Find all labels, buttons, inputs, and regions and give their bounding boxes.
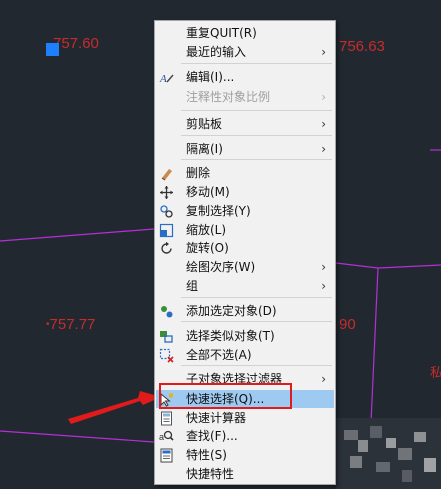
drawing-text: 私 — [430, 365, 441, 380]
menu-item-label: 快速计算器 — [186, 411, 247, 425]
menu-separator — [181, 297, 332, 298]
elevation-label: •757.77 — [46, 316, 96, 333]
select-similar-icon — [159, 329, 174, 344]
menu-separator — [181, 63, 332, 64]
menu-separator — [181, 321, 332, 322]
elevation-label: 90 — [339, 316, 356, 333]
menu-item[interactable]: 全部不选(A) — [156, 346, 334, 364]
boundary-line — [377, 264, 441, 269]
menu-item[interactable]: 删除 — [156, 164, 334, 182]
menu-item-label: 最近的输入 — [186, 45, 247, 59]
menu-item-label: 选择类似对象(T) — [186, 329, 275, 343]
submenu-arrow-icon: › — [321, 279, 326, 293]
elevation-label: 756.63 — [339, 38, 385, 55]
menu-item[interactable]: 移动(M) — [156, 183, 334, 201]
calculator-icon — [159, 411, 174, 426]
menu-item[interactable]: 快速计算器 — [156, 409, 334, 427]
submenu-arrow-icon: › — [321, 372, 326, 386]
menu-separator — [181, 365, 332, 366]
pixelated-region — [336, 418, 441, 489]
boundary-line — [335, 262, 379, 269]
menu-item-label: 添加选定对象(D) — [186, 304, 277, 318]
menu-item[interactable]: 快捷特性 — [156, 465, 334, 483]
submenu-arrow-icon: › — [321, 117, 326, 131]
menu-item-label: 查找(F)... — [186, 429, 238, 443]
submenu-arrow-icon: › — [321, 90, 326, 104]
menu-item[interactable]: 特性(S) — [156, 446, 334, 464]
menu-item-label: 删除 — [186, 166, 211, 180]
menu-separator — [181, 159, 332, 160]
add-selected-icon — [159, 304, 174, 319]
menu-item-label: 注释性对象比例 — [186, 90, 271, 104]
svg-text:A: A — [159, 73, 167, 85]
menu-item[interactable]: 最近的输入 › — [156, 43, 334, 61]
scale-icon — [159, 223, 174, 238]
menu-item-label: 全部不选(A) — [186, 348, 252, 362]
menu-item-label: 编辑(I)... — [186, 70, 235, 84]
menu-item-label: 特性(S) — [186, 448, 227, 462]
submenu-arrow-icon: › — [321, 45, 326, 59]
menu-item[interactable]: 复制选择(Y) — [156, 202, 334, 220]
menu-item: 注释性对象比例 › — [156, 88, 334, 106]
menu-item[interactable]: 缩放(L) — [156, 221, 334, 239]
menu-item[interactable]: 剪贴板 › — [156, 115, 334, 133]
menu-item-label: 快捷特性 — [186, 467, 235, 481]
menu-item-label: 绘图次序(W) — [186, 260, 256, 274]
move-icon — [159, 185, 174, 200]
menu-item[interactable]: 组 › — [156, 277, 334, 295]
menu-separator — [181, 135, 332, 136]
find-icon: a — [159, 429, 174, 444]
menu-item-label: 复制选择(Y) — [186, 204, 251, 218]
selection-grip[interactable] — [46, 43, 59, 56]
menu-item[interactable]: 添加选定对象(D) — [156, 302, 334, 320]
menu-item[interactable]: a 查找(F)... — [156, 427, 334, 445]
menu-item-label: 缩放(L) — [186, 223, 227, 237]
menu-item-label: 组 — [186, 279, 199, 293]
deselect-all-icon — [159, 348, 174, 363]
menu-item-label: 隔离(I) — [186, 142, 223, 156]
annotation-arrow — [68, 391, 161, 424]
menu-item[interactable]: 重复QUIT(R) — [156, 24, 334, 42]
rotate-icon — [159, 241, 174, 256]
menu-item[interactable]: A 编辑(I)... — [156, 68, 334, 86]
menu-item[interactable]: 隔离(I) › — [156, 140, 334, 158]
properties-icon — [159, 448, 174, 463]
menu-item-label: 剪贴板 — [186, 117, 223, 131]
submenu-arrow-icon: › — [321, 142, 326, 156]
svg-text:a: a — [159, 432, 164, 442]
menu-item-label: 旋转(O) — [186, 241, 229, 255]
highlight-box — [159, 383, 292, 409]
eraser-icon — [159, 166, 174, 181]
elevation-label: 757.60 — [53, 35, 99, 52]
menu-separator — [181, 110, 332, 111]
submenu-arrow-icon: › — [321, 260, 326, 274]
menu-item-label: 移动(M) — [186, 185, 230, 199]
context-menu: 重复QUIT(R) 最近的输入 › A 编辑(I)... 注释性对象比例 › 剪贴板 › 隔离(I… — [154, 20, 336, 485]
copy-icon — [159, 204, 174, 219]
boundary-line — [0, 430, 155, 443]
edit-text-icon: A — [159, 70, 174, 85]
menu-item[interactable]: 绘图次序(W) › — [156, 258, 334, 276]
boundary-line — [0, 228, 155, 242]
menu-item-label: 重复QUIT(R) — [186, 26, 257, 40]
menu-item[interactable]: 选择类似对象(T) — [156, 327, 334, 345]
menu-item[interactable]: 旋转(O) — [156, 239, 334, 257]
